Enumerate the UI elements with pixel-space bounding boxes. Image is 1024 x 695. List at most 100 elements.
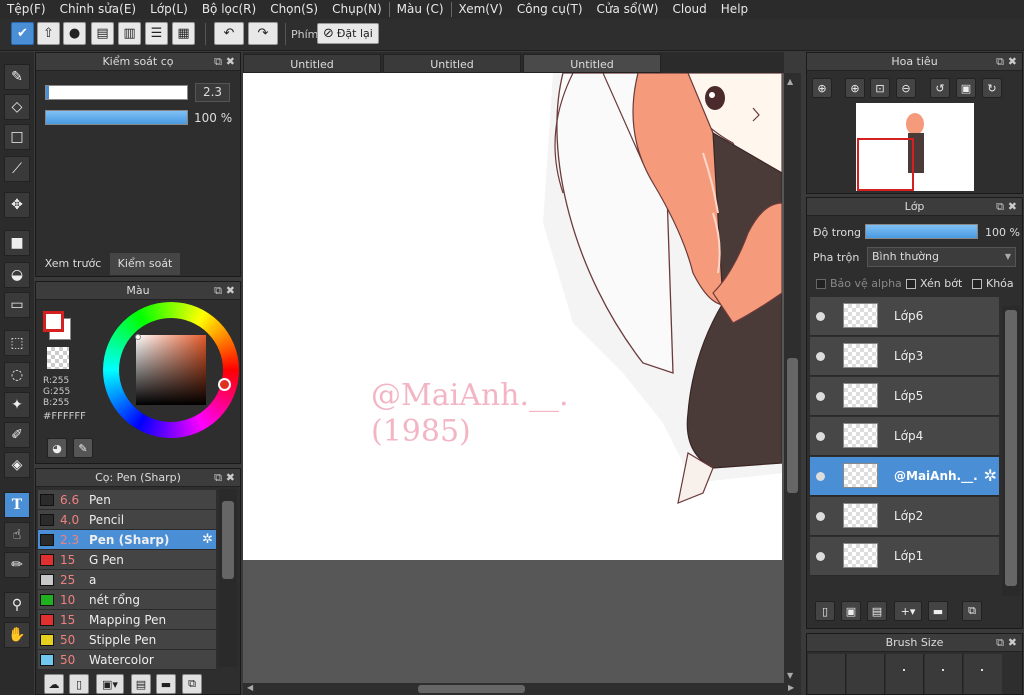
- visibility-icon[interactable]: [816, 432, 825, 441]
- layer-item-0[interactable]: Lớp6: [810, 297, 999, 336]
- scrollbar-thumb[interactable]: [222, 501, 234, 579]
- brush-size-preset[interactable]: [808, 654, 846, 694]
- new-layer-icon[interactable]: ▯: [815, 601, 835, 621]
- drawing-canvas[interactable]: @MaiAnh.__. (1985): [243, 73, 782, 560]
- scroll-down-icon[interactable]: ▼: [787, 671, 793, 680]
- layer-item-2[interactable]: Lớp5: [810, 377, 999, 416]
- brush-item-5[interactable]: 10 nét rổng: [38, 590, 216, 610]
- menu-window[interactable]: Cửa sổ(W): [590, 0, 666, 19]
- brush-list-scrollbar[interactable]: [219, 489, 237, 667]
- clipping-checkbox[interactable]: Xén bớt: [906, 277, 962, 290]
- folder-icon[interactable]: ▬: [928, 601, 948, 621]
- move-tool-icon[interactable]: ✥: [4, 192, 30, 218]
- visibility-icon[interactable]: [816, 392, 825, 401]
- scrollbar-thumb[interactable]: [418, 685, 525, 693]
- tab-brush-preview[interactable]: Xem trước cọ: [37, 253, 109, 292]
- scroll-right-icon[interactable]: ▶: [788, 683, 794, 692]
- tab-canvas-3[interactable]: Untitled: [523, 54, 661, 73]
- visibility-icon[interactable]: [816, 312, 825, 321]
- divider-tool-icon[interactable]: ✏: [4, 552, 30, 578]
- brush-size-preset[interactable]: [847, 654, 885, 694]
- visibility-icon[interactable]: [816, 352, 825, 361]
- undo-button[interactable]: ↶: [214, 22, 244, 45]
- menu-view[interactable]: Xem(V): [452, 0, 510, 19]
- popout-icon[interactable]: ⧉: [996, 55, 1004, 69]
- redo-button[interactable]: ↷: [248, 22, 278, 45]
- eyedropper-tool-icon[interactable]: ⚲: [4, 592, 30, 618]
- brush-item-1[interactable]: 4.0 Pencil: [38, 510, 216, 530]
- new-brush-icon[interactable]: ▯: [69, 674, 89, 694]
- menu-tools[interactable]: Công cụ(T): [510, 0, 590, 19]
- visibility-icon[interactable]: [816, 552, 825, 561]
- saturation-value-box[interactable]: [136, 335, 206, 405]
- rectangle-tool-icon[interactable]: □: [4, 124, 30, 150]
- magic-wand-tool-icon[interactable]: ✦: [4, 392, 30, 418]
- popout-icon[interactable]: ⧉: [996, 636, 1004, 650]
- brush-size-value[interactable]: 2.3: [195, 83, 230, 102]
- reset-view-icon[interactable]: ▣: [956, 78, 976, 98]
- comment-icon[interactable]: ▤: [91, 22, 114, 45]
- close-icon[interactable]: ✖: [226, 55, 235, 68]
- duplicate-brush-icon[interactable]: ⧉: [182, 674, 202, 694]
- layer-item-5[interactable]: Lớp2: [810, 497, 999, 536]
- rotate-right-icon[interactable]: ↻: [982, 78, 1002, 98]
- visibility-icon[interactable]: [816, 512, 825, 521]
- bucket-tool-icon[interactable]: ◒: [4, 262, 30, 288]
- brush-size-preset[interactable]: [886, 654, 924, 694]
- brush-item-7[interactable]: 50 Stipple Pen: [38, 630, 216, 650]
- layer-item-1[interactable]: Lớp3: [810, 337, 999, 376]
- tab-canvas-2[interactable]: Untitled: [383, 54, 521, 73]
- hand-tool-icon[interactable]: ✋: [4, 622, 30, 648]
- layer-item-4[interactable]: @MaiAnh.__. ✲: [810, 457, 999, 496]
- palette-icon[interactable]: ◕: [47, 438, 67, 458]
- popout-icon[interactable]: ⧉: [214, 284, 222, 298]
- line-tool-icon[interactable]: ⟋: [4, 156, 30, 182]
- menu-edit[interactable]: Chỉnh sửa(E): [53, 0, 144, 19]
- gear-icon[interactable]: ✲: [202, 532, 213, 547]
- add-brush-dropdown-icon[interactable]: ▣▾: [96, 674, 124, 694]
- sv-picker[interactable]: [135, 334, 141, 340]
- export-icon[interactable]: ⇧: [37, 22, 60, 45]
- brush-item-4[interactable]: 25 a: [38, 570, 216, 590]
- brush-size-preset[interactable]: [925, 654, 963, 694]
- brush-opacity-slider[interactable]: [45, 110, 188, 125]
- menu-file[interactable]: Tệp(F): [0, 0, 53, 19]
- scrollbar-thumb[interactable]: [1005, 310, 1017, 586]
- document-icon[interactable]: ▥: [118, 22, 141, 45]
- menu-help[interactable]: Help: [714, 0, 755, 19]
- layer-list-scrollbar[interactable]: [1002, 306, 1020, 596]
- brush-settings-icon[interactable]: ▤: [131, 674, 151, 694]
- menu-color[interactable]: Màu (C): [390, 0, 451, 19]
- select-eraser-tool-icon[interactable]: ◈: [4, 452, 30, 478]
- zoom-in-icon[interactable]: ⊕: [812, 78, 832, 98]
- brush-tool-icon[interactable]: ✎: [4, 64, 30, 90]
- menu-select[interactable]: Chọn(S): [263, 0, 325, 19]
- close-icon[interactable]: ✖: [1008, 636, 1017, 649]
- hue-picker[interactable]: [218, 378, 231, 391]
- transparent-swatch[interactable]: [47, 347, 69, 369]
- primary-color-swatch[interactable]: [43, 311, 64, 332]
- color-history-icon[interactable]: ✎: [73, 438, 93, 458]
- layer-item-3[interactable]: Lớp4: [810, 417, 999, 456]
- close-icon[interactable]: ✖: [1008, 55, 1017, 68]
- close-icon[interactable]: ✖: [1008, 200, 1017, 213]
- popout-icon[interactable]: ⧉: [996, 200, 1004, 214]
- grid-check-icon[interactable]: ▦: [172, 22, 195, 45]
- brush-item-0[interactable]: 6.6 Pen: [38, 490, 216, 510]
- gear-icon[interactable]: ✲: [984, 466, 997, 485]
- menu-cloud[interactable]: Cloud: [666, 0, 714, 19]
- blend-mode-select[interactable]: Bình thường ▼: [867, 247, 1016, 267]
- brush-item-6[interactable]: 15 Mapping Pen: [38, 610, 216, 630]
- brush-size-slider[interactable]: [45, 85, 188, 100]
- zoom-plus-icon[interactable]: ⊕: [845, 78, 865, 98]
- check-icon[interactable]: ✔: [11, 22, 34, 45]
- canvas-horizontal-scrollbar[interactable]: ◀ ▶: [243, 683, 801, 695]
- text-tool-icon[interactable]: T: [4, 492, 30, 518]
- popout-icon[interactable]: ⧉: [214, 55, 222, 69]
- protect-alpha-checkbox[interactable]: Bảo vệ alpha: [816, 277, 902, 290]
- tab-brush-control[interactable]: Kiểm soát cọ: [110, 253, 180, 292]
- duplicate-layer-icon[interactable]: ⧉: [962, 601, 982, 621]
- view-rectangle[interactable]: [857, 138, 914, 191]
- speech-bubble-icon[interactable]: ●: [63, 22, 86, 45]
- canvas-area[interactable]: @MaiAnh.__. (1985): [243, 73, 784, 683]
